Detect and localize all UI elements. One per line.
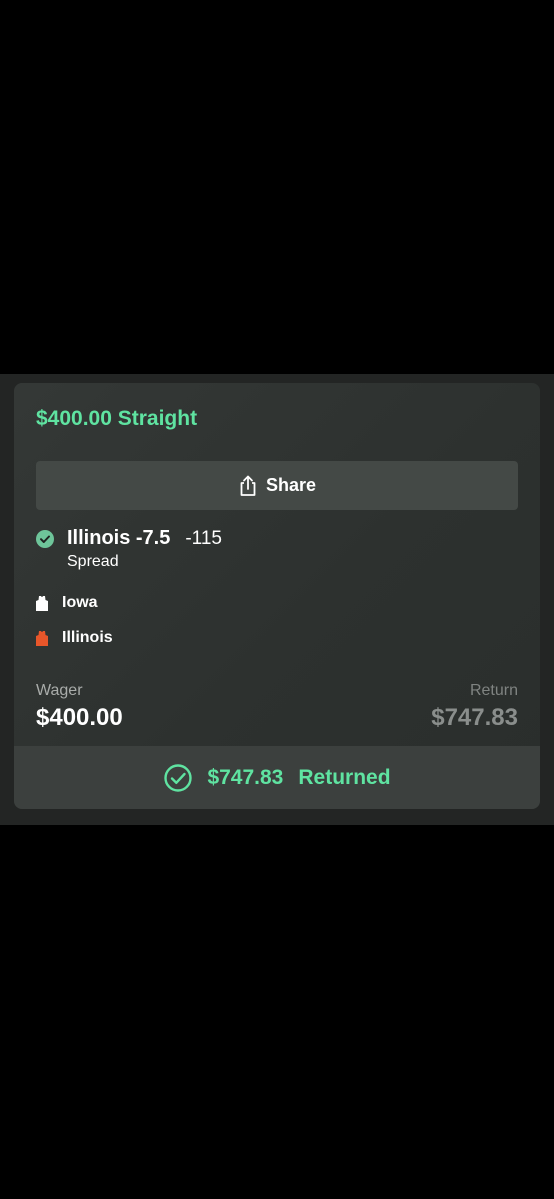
return-value: $747.83 [431, 704, 518, 731]
returned-amount: $747.83 [207, 765, 284, 789]
check-circle-icon [163, 763, 193, 793]
bet-card: $400.00 Straight Share Illinois -7.5 -11… [14, 383, 540, 809]
check-circle-icon [36, 529, 54, 548]
team-name: Iowa [62, 594, 98, 611]
bet-title: $400.00 Straight [36, 407, 198, 430]
pick-name: Illinois -7.5 [67, 527, 171, 549]
pick-row: Illinois -7.5 -115 [36, 527, 222, 550]
team-name: Illinois [62, 629, 113, 646]
returned-status: Returned [298, 765, 391, 789]
wager-label: Wager [36, 682, 83, 699]
share-button[interactable]: Share [36, 461, 518, 510]
jersey-icon [36, 630, 48, 646]
wager-value: $400.00 [36, 704, 123, 731]
share-icon [238, 475, 258, 497]
screen: $400.00 Straight Share Illinois -7.5 -11… [0, 0, 554, 1199]
team-row-illinois: Illinois [36, 629, 113, 647]
pick-type: Spread [67, 553, 119, 570]
return-label: Return [469, 682, 518, 699]
team-row-iowa: Iowa [36, 594, 98, 612]
pick-odds: -115 [185, 527, 222, 549]
share-button-label: Share [265, 475, 317, 495]
jersey-icon [36, 595, 48, 611]
settlement-status-bar: $747.83 Returned [14, 746, 540, 809]
